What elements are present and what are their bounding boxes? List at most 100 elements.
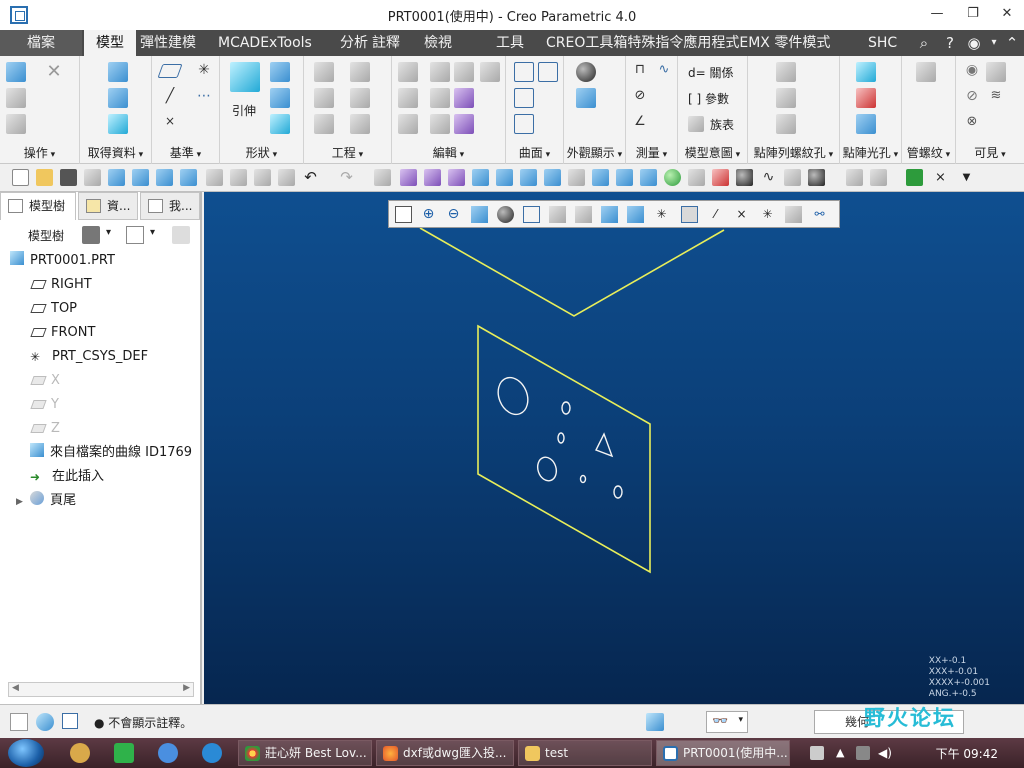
- feature-icon-20[interactable]: [712, 169, 729, 186]
- feature-icon-19[interactable]: [688, 169, 705, 186]
- tree-item-x[interactable]: X: [30, 370, 60, 392]
- feature-icon-14[interactable]: [544, 169, 561, 186]
- tab-analysis[interactable]: 分析: [336, 30, 372, 56]
- settings-icon[interactable]: [82, 226, 100, 244]
- graphics-viewport[interactable]: ⊕ ⊖ ✳ ⁄ × ✳ ⚯ XX+-0.1 XXX+-0.01 XXXX+-0.…: [204, 192, 1024, 704]
- tab-file[interactable]: 檔案: [0, 30, 82, 56]
- scroll-left-icon[interactable]: ◀: [12, 683, 19, 693]
- feature-icon-18[interactable]: [640, 169, 657, 186]
- extrude-icon[interactable]: [230, 62, 260, 92]
- search-icon[interactable]: ⌕: [914, 33, 934, 53]
- tree-item-front[interactable]: FRONT: [30, 322, 95, 344]
- datum-plane-icon[interactable]: [157, 64, 183, 78]
- horizontal-scrollbar[interactable]: ◀ ▶: [8, 682, 194, 697]
- volume-icon[interactable]: ◀): [878, 746, 892, 760]
- feature-icon-11[interactable]: [472, 169, 489, 186]
- rib-icon[interactable]: [350, 114, 370, 134]
- group-label-model-intent[interactable]: 模型意圖: [678, 144, 747, 161]
- project-icon[interactable]: [454, 88, 474, 108]
- layer-icon[interactable]: ≋: [986, 88, 1006, 108]
- feature-icon-5[interactable]: [254, 169, 271, 186]
- group-label-visibility[interactable]: 可見: [956, 144, 1024, 161]
- section-icon[interactable]: [601, 206, 618, 223]
- plain-hole-icon-3[interactable]: [856, 114, 876, 134]
- regenerate-toolbar-icon[interactable]: [84, 169, 101, 186]
- annotation-display-icon[interactable]: [785, 206, 802, 223]
- hardware-icon[interactable]: ⚯: [811, 206, 828, 223]
- group-label-datum[interactable]: 基準: [152, 144, 219, 161]
- feature-icon-17[interactable]: [616, 169, 633, 186]
- find-button[interactable]: 👓 ▾: [706, 711, 748, 733]
- pattern-icon[interactable]: [398, 62, 418, 82]
- show-dropdown-icon[interactable]: ▾: [150, 227, 155, 238]
- taskbar-creo[interactable]: PRT0001(使用中...: [656, 740, 790, 766]
- relations-button[interactable]: d= 關係: [688, 64, 734, 81]
- thread-hole-icon-3[interactable]: [776, 114, 796, 134]
- display-style-icon[interactable]: [576, 88, 596, 108]
- sweep-icon[interactable]: [270, 88, 290, 108]
- spin-center-icon[interactable]: [627, 206, 644, 223]
- zoom-in-icon[interactable]: ⊕: [420, 206, 437, 223]
- copy-icon[interactable]: [6, 88, 26, 108]
- feature-icon-2[interactable]: [180, 169, 197, 186]
- tray-expand-icon[interactable]: ▲: [836, 746, 844, 759]
- feature-icon-13[interactable]: [520, 169, 537, 186]
- intersect-icon[interactable]: [480, 62, 500, 82]
- taskbar-folder[interactable]: test: [518, 740, 652, 766]
- freestyle-icon[interactable]: [514, 114, 534, 134]
- point-display-icon[interactable]: ×: [733, 206, 750, 223]
- offset-icon[interactable]: [398, 114, 418, 134]
- group-label-shapes[interactable]: 形狀: [220, 144, 303, 161]
- minimize-button[interactable]: —: [920, 2, 954, 26]
- tab-shc[interactable]: SHC: [864, 30, 901, 56]
- community-dropdown-icon[interactable]: ▾: [984, 33, 1004, 53]
- regenerate-icon[interactable]: [6, 62, 26, 82]
- refit-icon[interactable]: [395, 206, 412, 223]
- fullscreen-icon[interactable]: [62, 713, 78, 729]
- appearance-icon[interactable]: [736, 169, 753, 186]
- pipe-thread-icon[interactable]: [916, 62, 936, 82]
- tab-model[interactable]: 模型: [84, 30, 136, 56]
- extend-icon[interactable]: [430, 88, 450, 108]
- tab-tools[interactable]: 工具: [492, 30, 528, 56]
- hole-icon[interactable]: [314, 62, 334, 82]
- browser-toggle-icon[interactable]: [36, 713, 54, 731]
- windows-icon[interactable]: [108, 169, 125, 186]
- feature-icon-7[interactable]: [374, 169, 391, 186]
- tree-item-csys[interactable]: ✳ PRT_CSYS_DEF: [30, 346, 148, 368]
- hide-icon[interactable]: [986, 62, 1006, 82]
- group-label-plain-hole-array[interactable]: 點陣光孔: [840, 144, 901, 161]
- group-label-engineering[interactable]: 工程: [304, 144, 391, 161]
- datum-axis-icon[interactable]: ╱: [160, 88, 180, 108]
- toolbar-more-icon[interactable]: ▼: [958, 169, 975, 186]
- feature-icon-21[interactable]: [784, 169, 801, 186]
- close-button[interactable]: ✕: [990, 2, 1024, 26]
- clock[interactable]: 下午 09:42: [936, 745, 998, 762]
- group-label-measure[interactable]: 測量: [626, 144, 677, 161]
- group-label-get-data[interactable]: 取得資料: [80, 144, 151, 161]
- start-button[interactable]: [8, 739, 44, 767]
- render-icon[interactable]: [808, 169, 825, 186]
- group-label-surfaces[interactable]: 曲面: [506, 144, 563, 161]
- thread-hole-icon-1[interactable]: [776, 62, 796, 82]
- feature-icon-15[interactable]: [568, 169, 585, 186]
- mirror-icon[interactable]: [398, 88, 418, 108]
- swept-blend-icon[interactable]: [270, 114, 290, 134]
- curve-icon[interactable]: ∿: [760, 169, 777, 186]
- tree-item-top[interactable]: TOP: [30, 298, 77, 320]
- extrude-label[interactable]: 引伸: [232, 102, 256, 119]
- user-defined-feature-icon[interactable]: [108, 62, 128, 82]
- feature-icon-8[interactable]: [400, 169, 417, 186]
- tree-item-z[interactable]: Z: [30, 418, 60, 440]
- datum-point-icon[interactable]: ×: [160, 114, 180, 134]
- solidify-icon[interactable]: [454, 114, 474, 134]
- show-icon-list[interactable]: [126, 226, 144, 244]
- feature-icon-16[interactable]: [592, 169, 609, 186]
- feature-icon-3[interactable]: [206, 169, 223, 186]
- selection-icon[interactable]: [646, 713, 664, 731]
- draft-icon[interactable]: [350, 62, 370, 82]
- group-label-pipe-thread[interactable]: 管螺纹: [902, 144, 955, 161]
- revolve-icon[interactable]: [270, 62, 290, 82]
- internet-explorer-icon[interactable]: [202, 743, 222, 763]
- open-file-icon[interactable]: [36, 169, 53, 186]
